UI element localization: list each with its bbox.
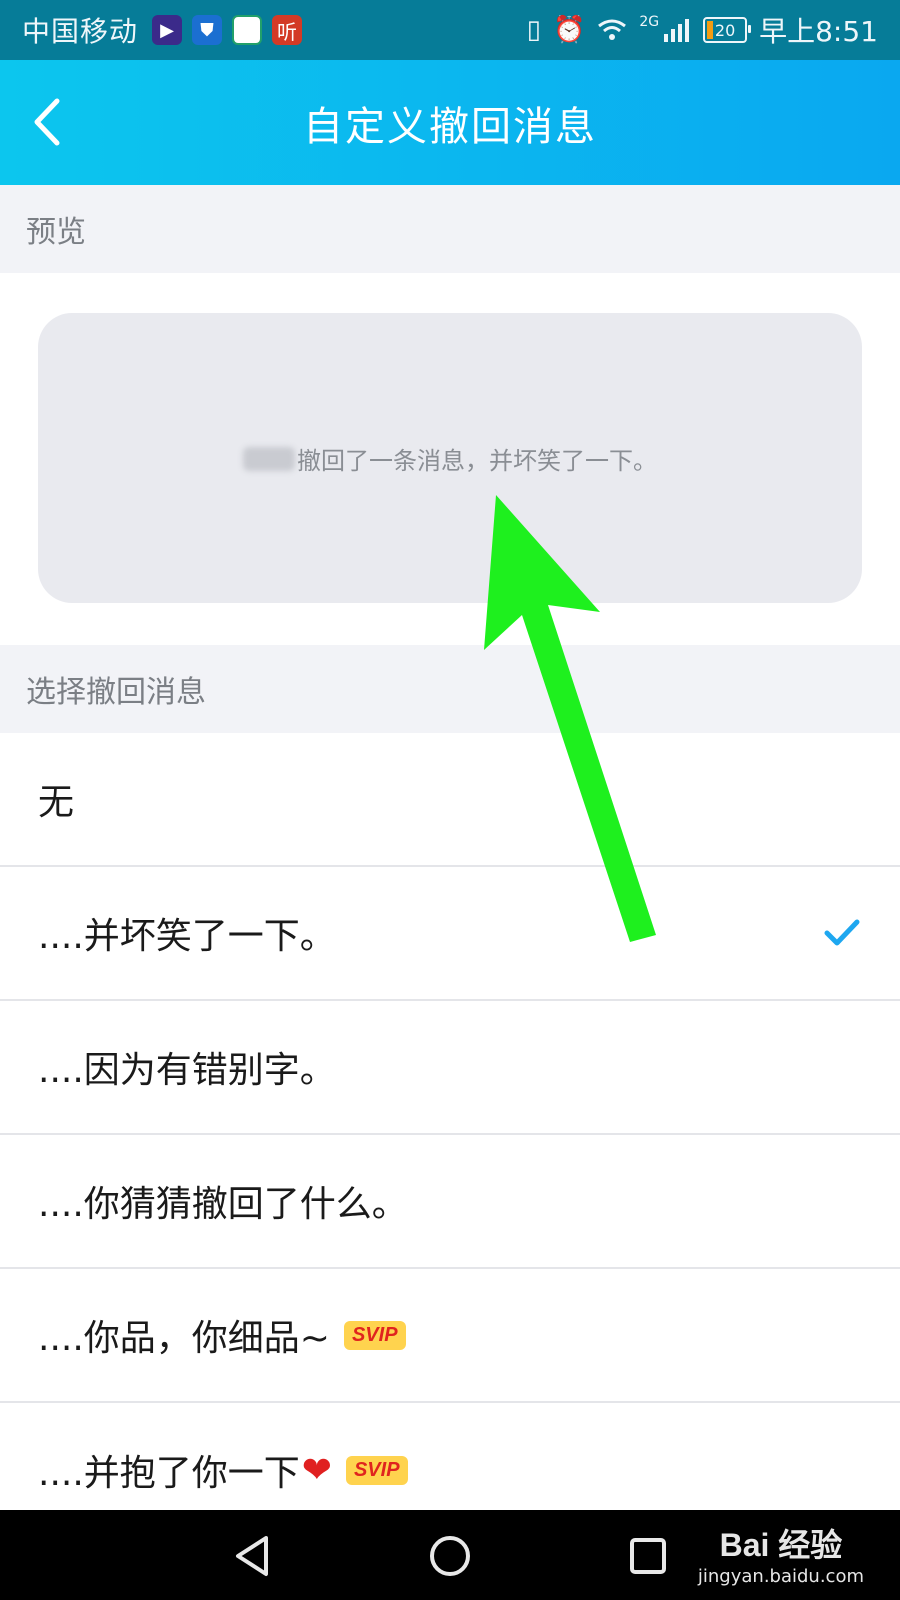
checkmark-icon [824, 919, 860, 946]
option-label: ....因为有错别字。 [38, 1050, 336, 1091]
page-title: 自定义撤回消息 [303, 103, 597, 150]
alarm-icon: ⏰ [552, 15, 586, 45]
network-type: 2G [639, 14, 660, 30]
battery-icon: 20 [703, 17, 752, 43]
option-savor[interactable]: ....你品，你细品~ SVIP [0, 1269, 900, 1403]
option-label: 无 [38, 782, 75, 823]
svip-badge: SVIP [345, 1455, 408, 1485]
video-app-icon: ▶ [152, 15, 183, 45]
option-typo[interactable]: ....因为有错别字。 [0, 1001, 900, 1135]
status-bar: 中国移动 ▶ ⛊ 听 ▯ ⏰ 2G 20 早上8:51 [0, 0, 900, 60]
status-right: ▯ ⏰ 2G 20 早上8:51 [527, 0, 878, 60]
circle-home-icon [430, 1536, 470, 1576]
back-button[interactable] [16, 90, 76, 154]
wifi-icon [598, 19, 627, 40]
watermark-main: Bai 经验 [719, 1527, 843, 1563]
shield-app-icon: ⛊ [192, 15, 223, 45]
nav-home-button[interactable] [420, 1528, 480, 1584]
triangle-back-icon [236, 1536, 268, 1576]
vibrate-icon: ▯ [526, 15, 541, 45]
nav-back-button[interactable] [222, 1528, 282, 1584]
preview-card: 撤回了一条消息，并坏笑了一下。 [38, 313, 862, 603]
option-guess[interactable]: ....你猜猜撤回了什么。 [0, 1135, 900, 1269]
preview-message: 撤回了一条消息，并坏笑了一下。 [297, 447, 657, 475]
clock: 早上8:51 [759, 15, 878, 48]
options-section-label: 选择撤回消息 [0, 645, 900, 733]
signal-icon [664, 19, 690, 42]
watermark-sub: jingyan.baidu.com [697, 1566, 864, 1587]
svip-badge: SVIP [343, 1320, 406, 1350]
nav-recent-button[interactable] [618, 1528, 678, 1584]
preview-message-row: 撤回了一条消息，并坏笑了一下。 [38, 441, 862, 476]
system-nav-bar: Bai 经验 jingyan.baidu.com [0, 1510, 900, 1600]
square-recent-icon [630, 1538, 666, 1574]
option-label: ....并抱了你一下 [38, 1453, 300, 1494]
carrier-name: 中国移动 [22, 15, 139, 48]
preview-area: 撤回了一条消息，并坏笑了一下。 [0, 275, 900, 645]
chevron-left-icon [34, 98, 60, 146]
battery-level: 20 [714, 20, 736, 40]
heart-icon: ❤ [301, 1449, 332, 1491]
title-bar: 自定义撤回消息 [0, 60, 900, 185]
option-none[interactable]: 无 [0, 733, 900, 867]
preview-section-label: 预览 [0, 185, 900, 273]
option-smirk[interactable]: ....并坏笑了一下。 [0, 867, 900, 1001]
listen-app-icon: 听 [272, 15, 303, 45]
photo-app-icon [232, 15, 263, 45]
battery-fill [707, 21, 714, 39]
option-label: ....你品，你细品~ [38, 1318, 330, 1359]
baidu-watermark: Bai 经验 jingyan.baidu.com [698, 1520, 864, 1587]
status-left: 中国移动 ▶ ⛊ 听 [22, 0, 303, 60]
blurred-username [243, 446, 295, 471]
option-label: ....并坏笑了一下。 [38, 916, 336, 957]
option-label: ....你猜猜撤回了什么。 [38, 1184, 408, 1225]
